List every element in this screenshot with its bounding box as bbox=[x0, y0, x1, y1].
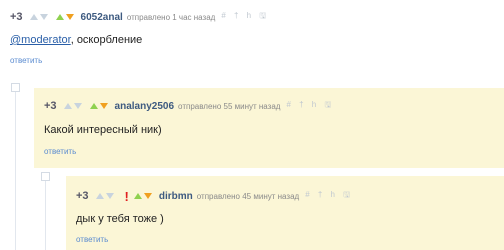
comment-timestamp: отправлено 45 минут назад bbox=[196, 191, 300, 201]
comment-timestamp: отправлено 55 минут назад bbox=[178, 101, 281, 111]
comment: +3 ! dirbmn отправлено 45 минут назад # … bbox=[66, 176, 504, 250]
vote-up-icon[interactable] bbox=[55, 14, 64, 20]
comment: +3 6052anal отправлено 1 час назад # † h… bbox=[0, 0, 504, 80]
reply-link[interactable]: ответить bbox=[44, 147, 76, 156]
comment-header: +3 6052anal отправлено 1 час назад # † h… bbox=[10, 8, 269, 26]
comment-tools[interactable]: # † h 🖫 bbox=[305, 189, 353, 203]
vote-down-icon bbox=[105, 193, 114, 199]
alert-icon: ! bbox=[124, 188, 129, 204]
comment-text: Какой интересный ник) bbox=[44, 124, 162, 136]
vote-controls bbox=[133, 193, 153, 199]
comment-score: +3 bbox=[76, 190, 89, 202]
comment-header: +3 analany2506 отправлено 55 минут назад… bbox=[44, 97, 334, 115]
vote-down-icon bbox=[39, 14, 48, 20]
comment-text: дык у тебя тоже ) bbox=[76, 213, 164, 225]
thread-line bbox=[45, 181, 46, 250]
vote-up-icon bbox=[95, 193, 104, 199]
vote-controls-disabled bbox=[63, 103, 83, 109]
vote-up-icon bbox=[63, 103, 72, 109]
vote-up-icon bbox=[29, 14, 38, 20]
thread-collapse-icon[interactable] bbox=[11, 83, 20, 92]
comment-text-rest: , оскорбление bbox=[70, 34, 143, 46]
vote-down-icon[interactable] bbox=[99, 103, 108, 109]
vote-down-icon[interactable] bbox=[65, 14, 74, 20]
vote-controls bbox=[55, 14, 75, 20]
comment-score: +3 bbox=[44, 100, 57, 112]
comment-tools[interactable]: # † h 🖫 bbox=[286, 99, 334, 113]
reply-link[interactable]: ответить bbox=[76, 235, 108, 244]
comment-timestamp: отправлено 1 час назад bbox=[126, 12, 216, 22]
vote-down-icon[interactable] bbox=[143, 193, 152, 199]
comment-tools[interactable]: # † h 🖫 bbox=[221, 10, 269, 24]
comment-header: +3 ! dirbmn отправлено 45 минут назад # … bbox=[76, 187, 353, 205]
comment-text: @moderator, оскорбление bbox=[10, 34, 142, 46]
vote-down-icon bbox=[73, 103, 82, 109]
thread-line bbox=[15, 92, 16, 250]
comment-username[interactable]: 6052anal bbox=[81, 12, 123, 23]
vote-controls bbox=[89, 103, 109, 109]
comment-username[interactable]: dirbmn bbox=[159, 191, 193, 202]
comment: +3 analany2506 отправлено 55 минут назад… bbox=[34, 88, 504, 168]
vote-controls-disabled bbox=[29, 14, 49, 20]
vote-controls-disabled bbox=[95, 193, 115, 199]
thread-collapse-icon[interactable] bbox=[41, 172, 50, 181]
vote-up-icon[interactable] bbox=[89, 103, 98, 109]
mention-link[interactable]: @moderator bbox=[10, 34, 71, 46]
vote-up-icon[interactable] bbox=[133, 193, 142, 199]
comment-score: +3 bbox=[10, 11, 23, 23]
reply-link[interactable]: ответить bbox=[10, 56, 42, 65]
comment-username[interactable]: analany2506 bbox=[115, 101, 175, 112]
